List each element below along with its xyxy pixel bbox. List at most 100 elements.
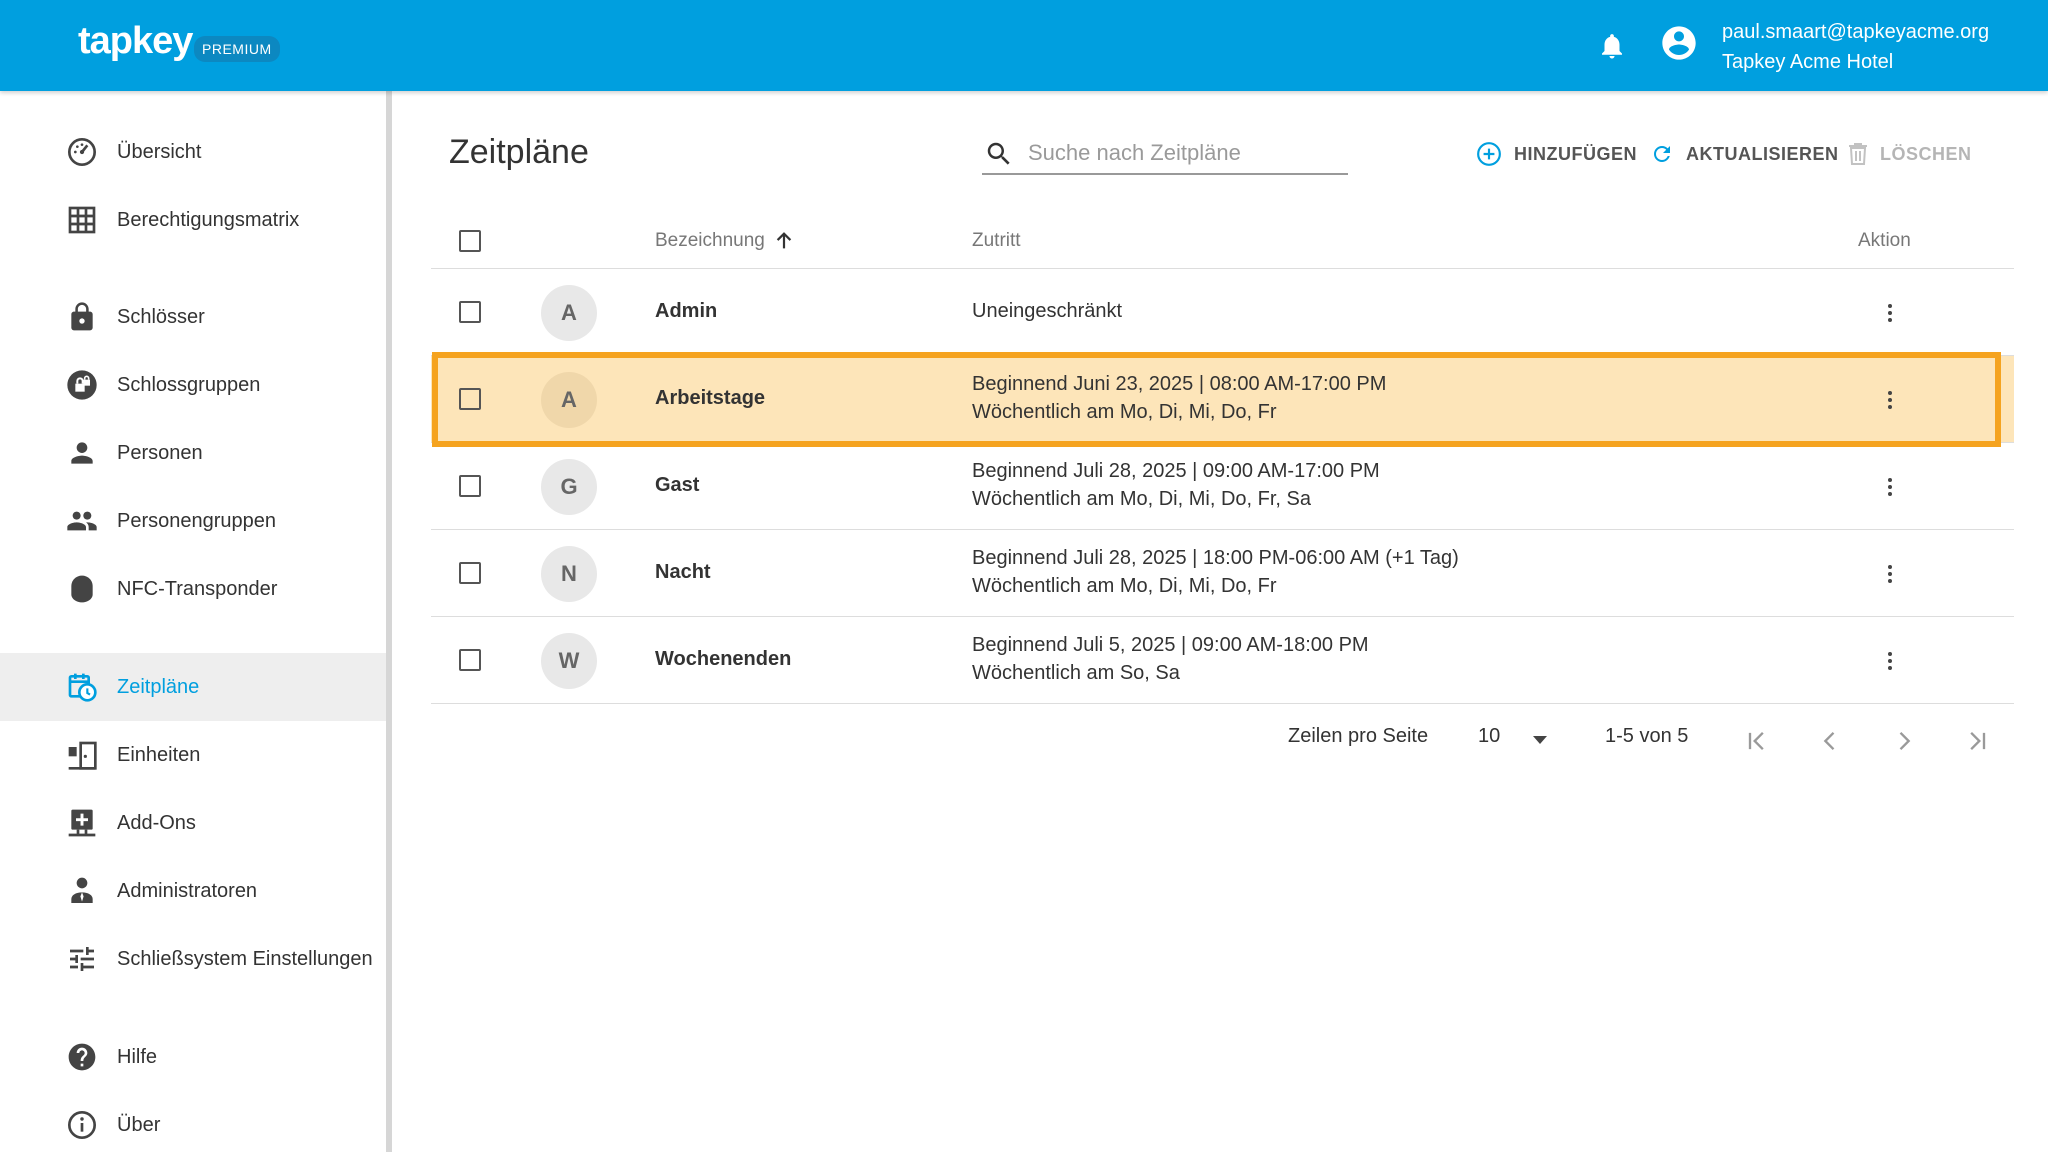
rows-per-page-select[interactable]: 10: [1478, 725, 1500, 748]
sidebar-item-hilfe[interactable]: Hilfe: [0, 1023, 386, 1091]
refresh-button-label: AKTUALISIEREN: [1686, 143, 1839, 164]
page-range: 1-5 von 5: [1605, 725, 1689, 747]
row-checkbox[interactable]: [459, 301, 481, 323]
row-access-line1: Beginnend Juni 23, 2025 | 08:00 AM-17:00…: [972, 373, 1387, 395]
sidebar-item-label: Über: [117, 1113, 161, 1136]
account-circle-icon[interactable]: [1659, 23, 1699, 63]
more-vert-icon[interactable]: [1878, 297, 1902, 329]
more-vert-icon[interactable]: [1878, 645, 1902, 677]
lock-group-icon: [67, 370, 97, 400]
premium-badge: PREMIUM: [194, 36, 280, 62]
avatar: W: [541, 633, 597, 689]
sidebar-item-berechtigungsmatrix[interactable]: Berechtigungsmatrix: [0, 186, 386, 254]
sidebar-item-nfc-transponder[interactable]: NFC-Transponder: [0, 555, 386, 623]
people-icon: [67, 511, 97, 531]
pagination: Zeilen pro Seite 10 1-5 von 5: [0, 725, 2048, 755]
column-header-name[interactable]: Bezeichnung: [655, 230, 795, 252]
row-access-line1: Beginnend Juli 28, 2025 | 18:00 PM-06:00…: [972, 547, 1459, 569]
sidebar-item-administratoren[interactable]: Administratoren: [0, 857, 386, 925]
sidebar-item-personen[interactable]: Personen: [0, 419, 386, 487]
trash-icon: [1849, 143, 1867, 165]
add-circle-icon: [1477, 142, 1501, 166]
caret-down-icon[interactable]: [1532, 735, 1548, 745]
table-row[interactable]: G Gast Beginnend Juli 28, 2025 | 09:00 A…: [431, 443, 2014, 530]
row-access-line2: Wöchentlich am Mo, Di, Mi, Do, Fr, Sa: [972, 488, 1311, 510]
column-header-name-label: Bezeichnung: [655, 230, 765, 251]
column-header-action: Aktion: [1858, 230, 1911, 251]
bell-icon[interactable]: [1597, 30, 1627, 62]
sidebar-item-schloesser[interactable]: Schlösser: [0, 283, 386, 351]
sidebar-item-add-ons[interactable]: Add-Ons: [0, 789, 386, 857]
avatar: A: [541, 285, 597, 341]
row-checkbox[interactable]: [459, 475, 481, 497]
refresh-button[interactable]: AKTUALISIEREN: [1650, 138, 1839, 170]
help-icon: [68, 1043, 96, 1071]
avatar: N: [541, 546, 597, 602]
row-checkbox[interactable]: [459, 649, 481, 671]
row-access-line1: Beginnend Juli 5, 2025 | 09:00 AM-18:00 …: [972, 634, 1369, 656]
more-vert-icon[interactable]: [1878, 558, 1902, 590]
next-page-icon[interactable]: [1890, 727, 1918, 755]
sidebar-item-label: NFC-Transponder: [117, 577, 278, 600]
sidebar-item-label: Hilfe: [117, 1045, 158, 1068]
arrow-up-sort-icon: [776, 232, 792, 249]
avatar: G: [541, 459, 597, 515]
tapkey-logo[interactable]: tapkey: [78, 20, 193, 63]
add-ons-icon: [68, 809, 96, 837]
sidebar-item-label: Schlossgruppen: [117, 373, 261, 396]
info-icon: [68, 1111, 96, 1139]
refresh-icon: [1654, 146, 1670, 162]
add-button-label: HINZUFÜGEN: [1514, 143, 1637, 164]
select-all-checkbox[interactable]: [459, 230, 481, 252]
delete-button-label: LÖSCHEN: [1880, 143, 1972, 164]
table-row[interactable]: N Nacht Beginnend Juli 28, 2025 | 18:00 …: [431, 530, 2014, 617]
search-field[interactable]: [982, 133, 1348, 175]
table-row[interactable]: A Arbeitstage Beginnend Juni 23, 2025 | …: [431, 356, 2014, 443]
previous-page-icon[interactable]: [1816, 727, 1844, 755]
sidebar-item-label: Zeitpläne: [117, 675, 200, 698]
row-access-line1: Uneingeschränkt: [972, 300, 1123, 322]
sidebar-item-schliesssystem-einstellungen[interactable]: Schließsystem Einstellungen: [0, 925, 386, 993]
more-vert-icon[interactable]: [1878, 471, 1902, 503]
more-vert-icon[interactable]: [1878, 384, 1902, 416]
avatar: A: [541, 372, 597, 428]
sidebar-item-zeitplaene[interactable]: Zeitpläne: [0, 653, 386, 721]
search-icon: [987, 142, 1010, 165]
page-title: Zeitpläne: [449, 133, 589, 171]
sidebar-item-ueber[interactable]: Über: [0, 1091, 386, 1159]
row-name: Arbeitstage: [655, 387, 766, 409]
row-name: Wochenenden: [655, 648, 792, 670]
sidebar-item-uebersicht[interactable]: Übersicht: [0, 118, 386, 186]
sidebar-item-label: Schließsystem Einstellungen: [117, 947, 373, 970]
lock-icon: [71, 302, 93, 331]
row-access-line2: Wöchentlich am So, Sa: [972, 662, 1180, 684]
first-page-icon[interactable]: [1743, 727, 1771, 755]
last-page-icon[interactable]: [1963, 727, 1991, 755]
sidebar-item-schlossgruppen[interactable]: Schlossgruppen: [0, 351, 386, 419]
row-checkbox[interactable]: [459, 562, 481, 584]
organization-name[interactable]: Tapkey Acme Hotel: [1722, 51, 1893, 74]
sidebar-item-label: Add-Ons: [117, 811, 196, 834]
table-row[interactable]: W Wochenenden Beginnend Juli 5, 2025 | 0…: [431, 617, 2014, 704]
column-header-access: Zutritt: [972, 230, 1021, 251]
sidebar-item-label: Personen: [117, 441, 203, 464]
sidebar-item-label: Schlösser: [117, 305, 205, 328]
row-name: Nacht: [655, 561, 711, 583]
table-header: Bezeichnung Zutritt Aktion: [431, 209, 2014, 269]
search-input[interactable]: [1028, 137, 1338, 169]
sidebar-item-label: Berechtigungsmatrix: [117, 208, 300, 231]
calendar-clock-icon: [68, 673, 97, 702]
row-checkbox[interactable]: [459, 388, 481, 410]
row-access-line1: Beginnend Juli 28, 2025 | 09:00 AM-17:00…: [972, 460, 1380, 482]
add-button[interactable]: HINZUFÜGEN: [1476, 138, 1637, 170]
user-email[interactable]: paul.smaart@tapkeyacme.org: [1722, 21, 1989, 44]
row-name: Admin: [655, 300, 718, 322]
sidebar-item-personengruppen[interactable]: Personengruppen: [0, 487, 386, 555]
nfc-tag-icon: [71, 575, 93, 603]
top-app-bar: tapkey PREMIUM paul.smaart@tapkeyacme.or…: [0, 0, 2048, 91]
grid-icon: [68, 206, 96, 234]
schedules-table: Bezeichnung Zutritt Aktion A Admin Unein…: [431, 209, 2014, 704]
delete-button[interactable]: LÖSCHEN: [1848, 138, 1972, 170]
person-icon: [71, 442, 93, 464]
table-row[interactable]: A Admin Uneingeschränkt: [431, 269, 2014, 356]
